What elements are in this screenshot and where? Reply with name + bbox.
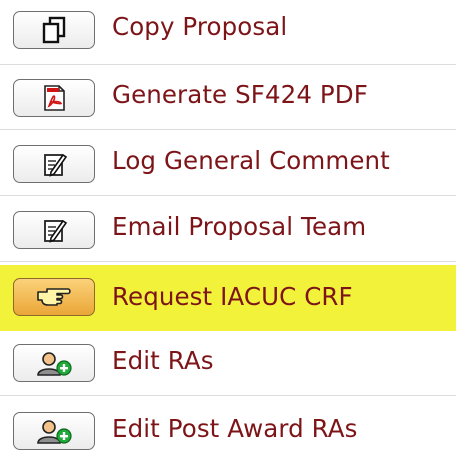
menu-item-request-iacuc-crf[interactable]: Request IACUC CRF (0, 265, 456, 331)
edit-ras-button[interactable] (13, 344, 95, 382)
copy-proposal-button[interactable] (13, 11, 95, 49)
request-iacuc-crf-button[interactable] (13, 278, 95, 316)
menu-item-edit-ras[interactable]: Edit RAs (0, 331, 456, 396)
menu-item-edit-post-award-ras[interactable]: Edit Post Award RAs (0, 397, 456, 460)
menu-item-copy-proposal[interactable]: Copy Proposal (0, 0, 456, 65)
copy-icon (39, 15, 69, 45)
menu-item-label: Edit Post Award RAs (112, 414, 358, 443)
menu-item-label: Edit RAs (112, 346, 214, 375)
action-menu: Copy Proposal Generate SF424 PDF Log Gen… (0, 0, 456, 460)
menu-item-email-proposal-team[interactable]: Email Proposal Team (0, 197, 456, 262)
user-add-icon (34, 348, 74, 378)
notepad-pencil-icon (39, 149, 69, 179)
menu-item-label: Log General Comment (112, 146, 390, 175)
notepad-pencil-icon (39, 215, 69, 245)
edit-post-award-ras-button[interactable] (13, 412, 95, 450)
menu-item-label: Generate SF424 PDF (112, 80, 368, 109)
menu-item-log-general-comment[interactable]: Log General Comment (0, 131, 456, 196)
generate-pdf-button[interactable] (13, 79, 95, 117)
menu-item-label: Copy Proposal (112, 12, 288, 41)
menu-item-label: Email Proposal Team (112, 212, 367, 241)
user-add-icon (34, 416, 74, 446)
menu-item-generate-sf424-pdf[interactable]: Generate SF424 PDF (0, 65, 456, 130)
menu-item-label: Request IACUC CRF (112, 282, 353, 311)
pointing-hand-icon (34, 283, 74, 311)
pdf-icon (39, 83, 69, 113)
log-comment-button[interactable] (13, 145, 95, 183)
email-team-button[interactable] (13, 211, 95, 249)
